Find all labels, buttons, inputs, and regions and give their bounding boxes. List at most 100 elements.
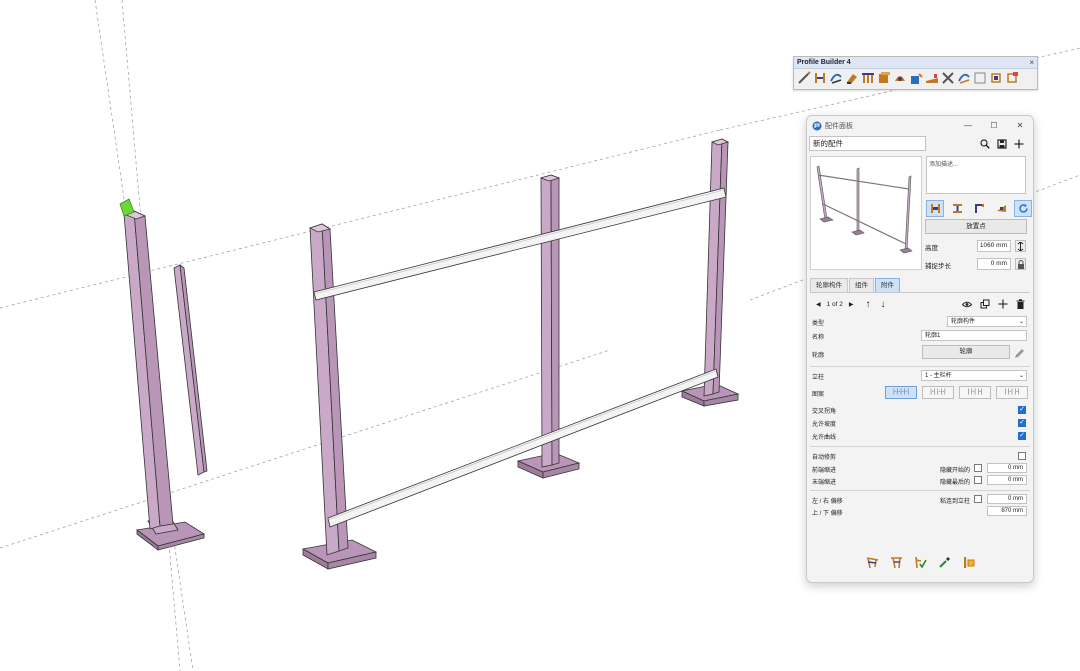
type-select[interactable]: 轮廓构件 ⌄ (947, 316, 1027, 327)
tab-attachments[interactable]: 附件 (875, 278, 900, 292)
profile-button[interactable]: 轮廓 (922, 345, 1010, 359)
shape-icon[interactable] (924, 69, 939, 87)
align-post-icon[interactable] (926, 200, 944, 217)
eyedropper-icon[interactable] (937, 554, 951, 570)
panel-title: 配件面板 (825, 122, 853, 130)
edit-pencil-icon[interactable] (1014, 346, 1025, 364)
search-icon[interactable] (979, 137, 991, 150)
hide-end-label: 隐藏最后的 (940, 480, 971, 486)
bucket-icon[interactable] (908, 69, 923, 87)
post-select[interactable]: 1 - 主栏杆 ⌄ (921, 370, 1027, 381)
cross-corner-checkbox[interactable]: ✓ (1018, 406, 1026, 414)
front-offset-input[interactable]: 0 mm (987, 463, 1027, 473)
thin-post[interactable] (173, 264, 208, 476)
height-arrow-icon[interactable] (1015, 240, 1026, 252)
section-divider (810, 446, 1030, 447)
type-select-value: 轮廓构件 (951, 319, 976, 325)
auto-trim-label: 自动修剪 (812, 455, 837, 461)
add-icon[interactable] (1013, 137, 1025, 150)
toolbar-close-button[interactable]: × (1029, 57, 1034, 68)
height-input[interactable]: 1060 mm (977, 240, 1011, 252)
pencil-profile-icon[interactable] (796, 69, 811, 87)
height-label: 高度 (925, 245, 938, 252)
pattern-option-4[interactable]: | |-| |-| (996, 386, 1028, 399)
allow-curve-checkbox[interactable]: ✓ (1018, 432, 1026, 440)
move-down-icon[interactable]: ↓ (881, 299, 886, 310)
cut-icon[interactable] (956, 69, 971, 87)
ud-offset-input[interactable]: 870 mm (987, 506, 1027, 516)
allow-curve-label: 允许曲线 (812, 435, 837, 441)
intersect-icon[interactable] (972, 69, 987, 87)
name-label: 名称 (812, 335, 825, 341)
snap-step-input[interactable]: 0 mm (977, 258, 1011, 270)
assembly-panel: 配件面板 — ☐ ✕ 新的配件 添加描述... 放置点 高度 1060 mm 捕… (806, 115, 1034, 583)
pattern-option-2[interactable]: |-| |-|-| (922, 386, 954, 399)
ud-offset-label: 上 / 下 偏移 (812, 511, 843, 517)
pattern-option-1[interactable]: |-|-|-|-| (885, 386, 917, 399)
refresh-icon[interactable] (1014, 200, 1032, 217)
chevron-down-icon: ⌄ (1018, 373, 1024, 379)
check-assembly-icon[interactable] (913, 554, 927, 570)
bottom-toolbar (807, 554, 1033, 570)
frame-icon[interactable] (988, 69, 1003, 87)
chevron-down-icon: ⌄ (1018, 319, 1024, 325)
align-center-icon[interactable] (948, 200, 966, 217)
tab-components[interactable]: 组件 (849, 278, 874, 292)
edit-assembly-icon[interactable] (889, 554, 903, 570)
toolbar-title: Profile Builder 4 (794, 57, 1037, 69)
maximize-button[interactable]: ☐ (981, 121, 1007, 130)
lr-offset-input[interactable]: 0 mm (987, 494, 1027, 504)
description-field[interactable]: 添加描述... (926, 156, 1026, 194)
paint-icon[interactable] (844, 69, 859, 87)
railing-assembly[interactable] (301, 138, 740, 570)
front-offset-label: 前端缩进 (812, 468, 837, 474)
frame-tag-icon[interactable] (1004, 69, 1019, 87)
align-end-icon[interactable] (992, 200, 1010, 217)
eraser-icon[interactable] (940, 69, 955, 87)
profile-builder-logo-icon (812, 121, 822, 130)
hide-start-checkbox[interactable] (974, 464, 982, 472)
hide-start-label: 隐藏开始的 (940, 468, 971, 474)
member-actions (961, 298, 1026, 310)
tab-profile-member[interactable]: 轮廓构件 (810, 278, 848, 292)
snap-step-label: 捕捉步长 (925, 263, 951, 270)
hide-end-checkbox[interactable] (974, 476, 982, 484)
align-corner-icon[interactable] (970, 200, 988, 217)
pattern-option-3[interactable]: | |-| |-| (959, 386, 991, 399)
auto-trim-checkbox[interactable] (1018, 452, 1026, 460)
move-up-icon[interactable]: ↑ (866, 299, 871, 310)
post-label: 立柱 (812, 375, 825, 381)
minimize-button[interactable]: — (955, 121, 981, 130)
add-member-icon[interactable] (997, 298, 1008, 310)
member-name-input[interactable]: 轮廓1 (921, 330, 1027, 341)
trash-icon[interactable] (1015, 298, 1026, 310)
post-tag-icon[interactable] (961, 554, 975, 570)
box-profile-icon[interactable] (876, 69, 891, 87)
place-assembly-icon[interactable] (865, 554, 879, 570)
page-indicator: 1 of 2 (826, 301, 843, 308)
hide-icon[interactable] (892, 69, 907, 87)
pattern-label: 图案 (812, 392, 825, 398)
next-page-icon[interactable]: ▶ (849, 301, 854, 308)
follow-me-icon[interactable] (828, 69, 843, 87)
tab-divider (810, 292, 1030, 293)
allow-slope-checkbox[interactable]: ✓ (1018, 419, 1026, 427)
path-profile-icon[interactable] (812, 69, 827, 87)
duplicate-icon[interactable] (979, 298, 990, 310)
visibility-eye-icon[interactable] (961, 298, 972, 310)
panel-tabs: 轮廓构件 组件 附件 (810, 278, 901, 292)
allow-slope-label: 允许坡度 (812, 422, 837, 428)
place-point-button[interactable]: 放置点 (925, 219, 1027, 234)
snap-post-checkbox[interactable] (974, 495, 982, 503)
cross-corner-label: 交叉拐角 (812, 409, 837, 415)
save-icon[interactable] (996, 137, 1008, 150)
pager: ◀ 1 of 2 ▶ ↑ ↓ (816, 299, 886, 310)
prev-page-icon[interactable]: ◀ (816, 301, 821, 308)
assembly-icon[interactable] (860, 69, 875, 87)
end-offset-label: 末端缩进 (812, 480, 837, 486)
profile-label: 轮廓 (812, 353, 825, 359)
assembly-name-input[interactable]: 新的配件 (809, 136, 926, 151)
close-button[interactable]: ✕ (1007, 121, 1033, 130)
lock-icon[interactable] (1015, 258, 1026, 270)
end-offset-input[interactable]: 0 mm (987, 475, 1027, 485)
